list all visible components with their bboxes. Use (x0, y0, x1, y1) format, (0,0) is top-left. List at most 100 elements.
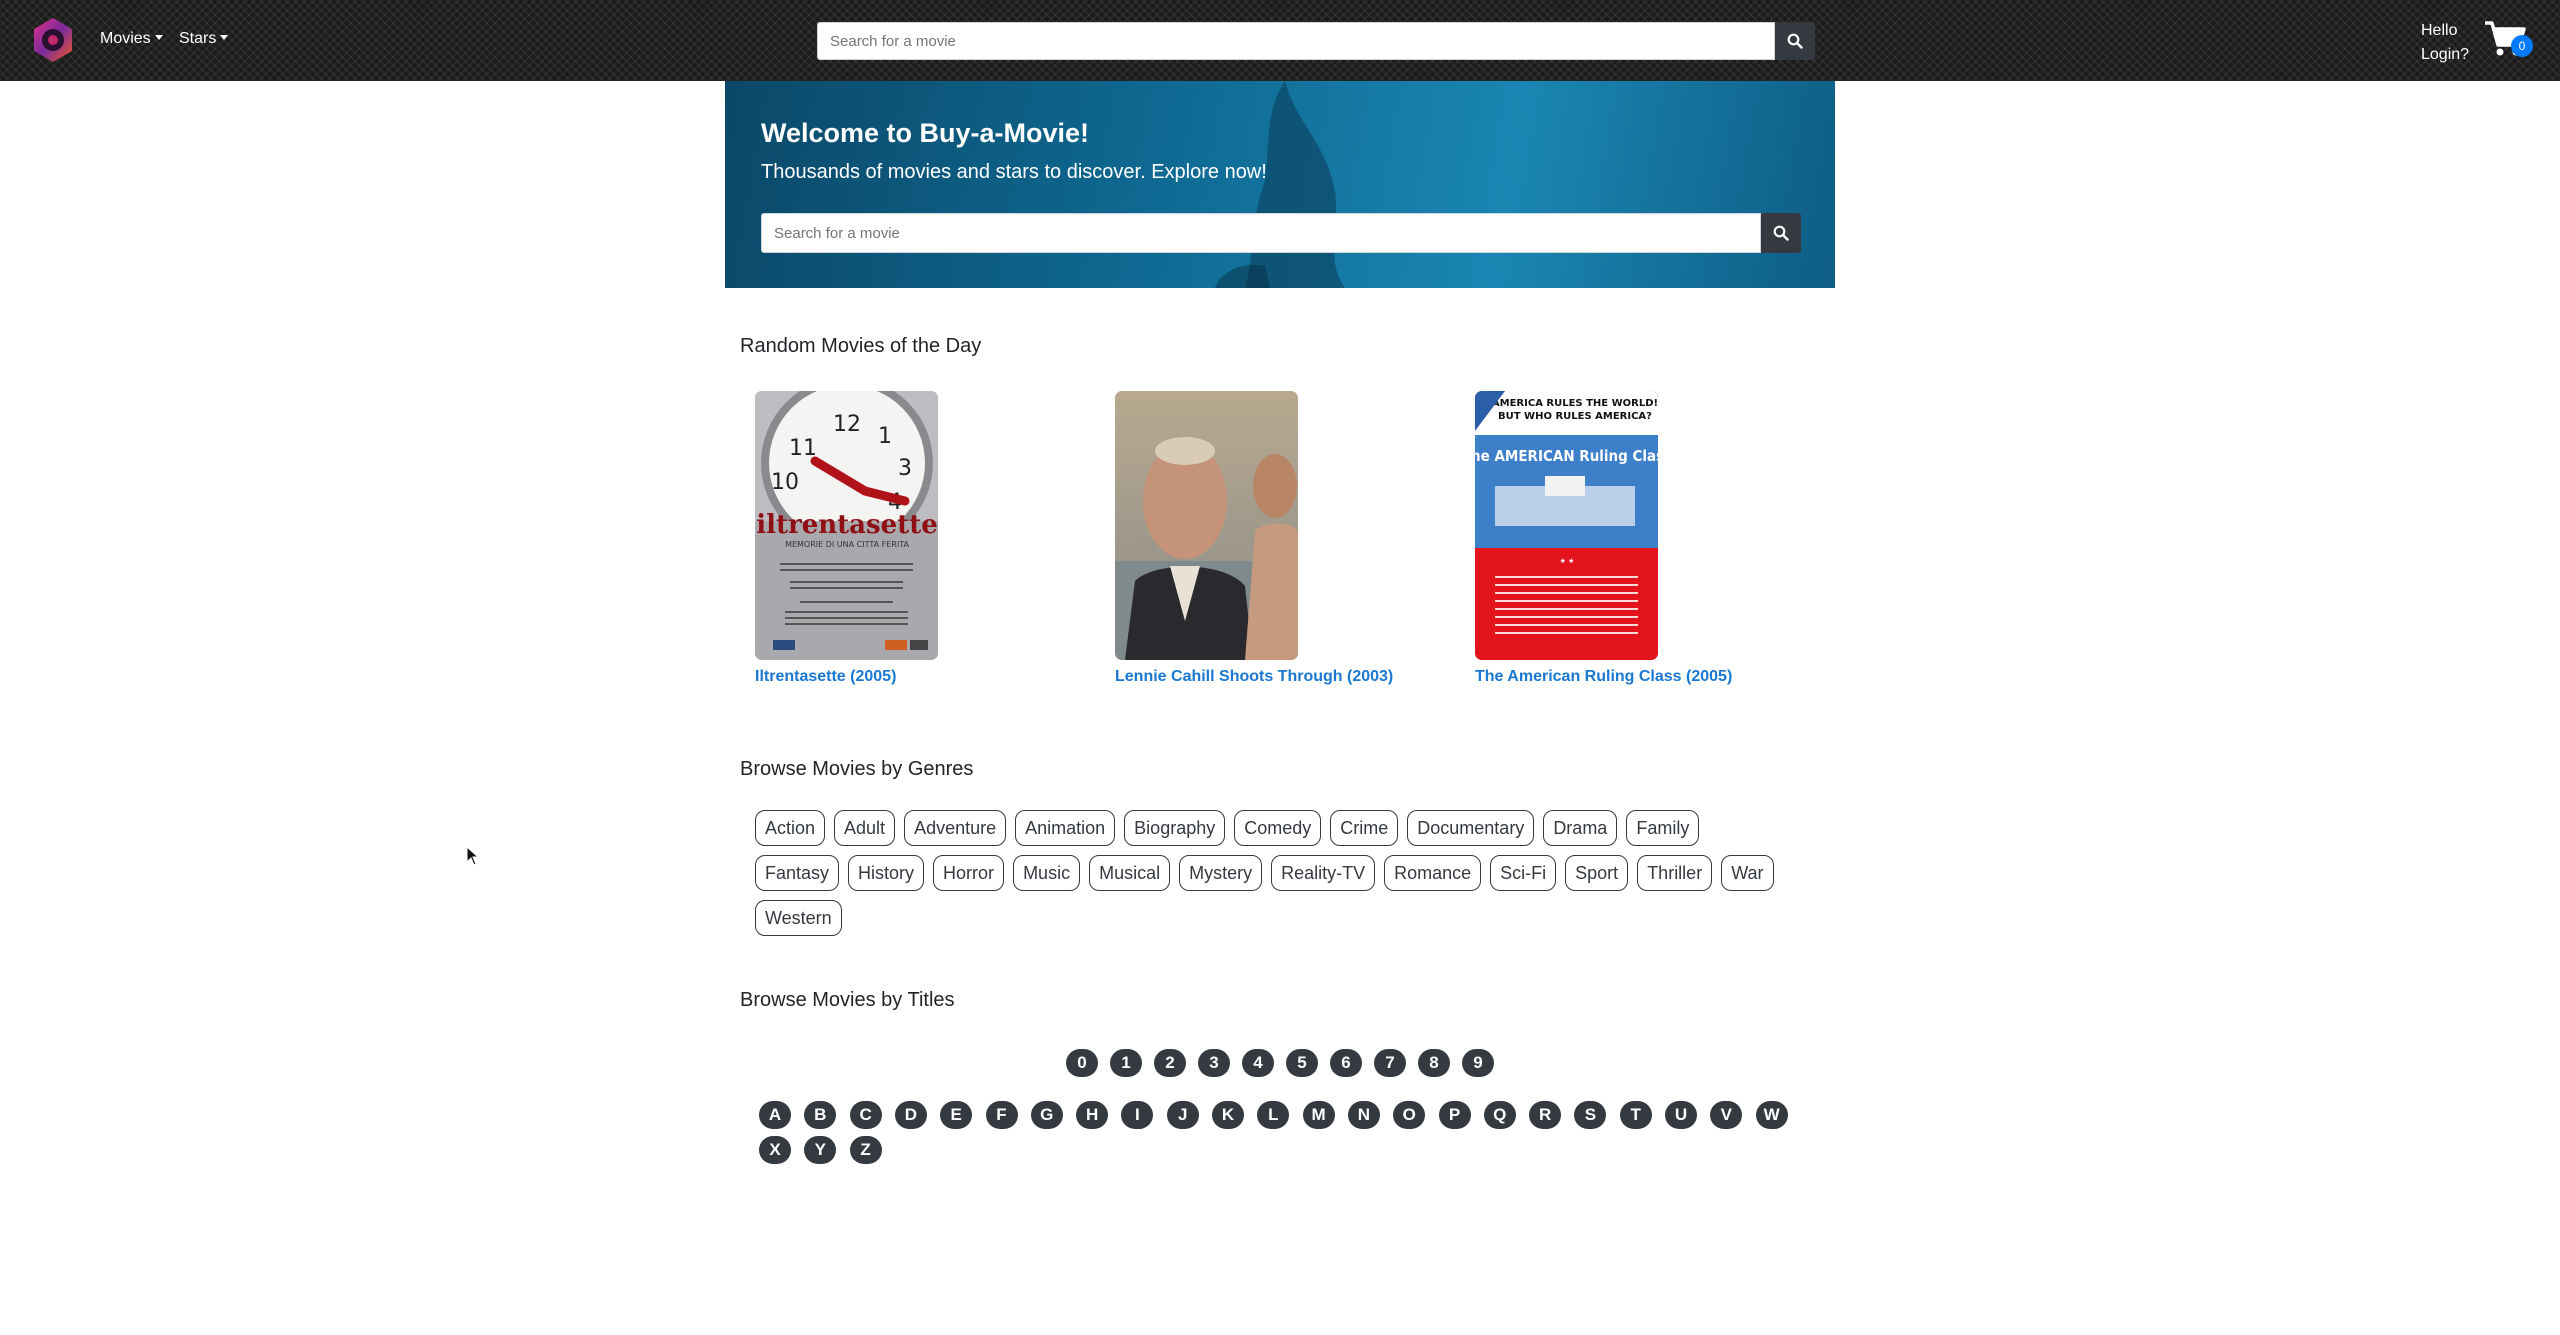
genre-button[interactable]: Drama (1543, 810, 1618, 846)
movie-card: Lennie Cahill Shoots Through (2003) (1115, 391, 1475, 686)
genre-button[interactable]: Biography (1124, 810, 1226, 846)
title-letter-pill[interactable]: B (804, 1101, 837, 1129)
genre-button[interactable]: History (848, 855, 925, 891)
genre-button[interactable]: Family (1626, 810, 1700, 846)
genre-button[interactable]: Sci-Fi (1490, 855, 1557, 891)
login-link[interactable]: Login? (2421, 43, 2469, 67)
nav-search-input[interactable] (817, 22, 1775, 60)
title-letter-pill[interactable]: 2 (1154, 1049, 1186, 1077)
genre-button[interactable]: Fantasy (755, 855, 840, 891)
title-letter-pill[interactable]: 0 (1066, 1049, 1098, 1077)
title-letter-pill[interactable]: W (1755, 1101, 1788, 1129)
title-letter-pill[interactable]: H (1076, 1101, 1109, 1129)
hero-background-image (1215, 81, 1345, 288)
hero-title: Welcome to Buy-a-Movie! (761, 118, 1090, 148)
title-letter-pill[interactable]: T (1619, 1101, 1652, 1129)
title-letter-pill[interactable]: D (894, 1101, 927, 1129)
hero-search-form (761, 213, 1801, 253)
hero-search-input[interactable] (761, 213, 1761, 253)
movie-poster[interactable] (1115, 391, 1298, 660)
title-letter-pill[interactable]: R (1529, 1101, 1562, 1129)
title-letter-pill[interactable]: A (759, 1101, 791, 1129)
movie-card: 12 1 3 4 11 10 iltrentasette MEMORIE DI UNA … (755, 391, 1115, 686)
title-letter-pill[interactable]: I (1121, 1101, 1154, 1129)
genre-button[interactable]: Western (755, 900, 842, 936)
genre-button[interactable]: Music (1013, 855, 1081, 891)
genre-button[interactable]: Adult (834, 810, 896, 846)
genre-button[interactable]: Romance (1384, 855, 1482, 891)
title-letter-pill[interactable]: G (1030, 1101, 1063, 1129)
genre-button[interactable]: Action (755, 810, 826, 846)
title-letter-pill[interactable]: 1 (1110, 1049, 1142, 1077)
genre-button[interactable]: Horror (933, 855, 1005, 891)
navbar: Movies Stars Hello Login? 0 (0, 0, 2560, 81)
title-letter-pill[interactable]: O (1393, 1101, 1426, 1129)
genre-button[interactable]: Thriller (1637, 855, 1713, 891)
title-letter-pill[interactable]: C (849, 1101, 882, 1129)
title-letter-pill[interactable]: K (1212, 1101, 1244, 1129)
genre-button[interactable]: Comedy (1234, 810, 1322, 846)
nav-search-button[interactable] (1775, 22, 1815, 60)
poster-tagline-1: AMERICA RULES THE WORLD! (1492, 398, 1658, 409)
title-letter-pill[interactable]: S (1574, 1101, 1607, 1129)
title-letter-pill[interactable]: F (985, 1101, 1018, 1129)
movie-card: AMERICA RULES THE WORLD! BUT WHO RULES A… (1475, 391, 1835, 686)
still-poster-image (1115, 391, 1298, 660)
hero-banner: Welcome to Buy-a-Movie! Thousands of mov… (725, 81, 1835, 288)
genre-button[interactable]: Animation (1015, 810, 1116, 846)
random-movies-heading: Random Movies of the Day (740, 335, 982, 357)
genres-heading: Browse Movies by Genres (740, 758, 974, 780)
svg-text:3: 3 (898, 456, 912, 481)
movie-poster[interactable]: 12 1 3 4 11 10 iltrentasette MEMORIE DI UNA … (755, 391, 938, 660)
svg-text:12: 12 (833, 412, 861, 437)
title-letter-pill[interactable]: Q (1483, 1101, 1516, 1129)
genre-row: Western (755, 900, 1815, 945)
title-letter-pill[interactable]: X (759, 1136, 791, 1164)
genre-button[interactable]: War (1721, 855, 1774, 891)
title-letter-pill[interactable]: 4 (1242, 1049, 1274, 1077)
poster-sub-text: MEMORIE DI UNA CITTA FERITA (785, 540, 909, 549)
hello-text: Hello (2421, 22, 2458, 39)
movie-title-link[interactable]: Lennie Cahill Shoots Through (2003) (1115, 668, 1475, 686)
nav-search-form (817, 22, 1815, 60)
clock-poster-image: 12 13 41110 iltrentasette MEMORIE DI UNA … (755, 391, 938, 660)
stars-dropdown[interactable]: Stars (179, 30, 229, 48)
title-letter-pill[interactable]: E (940, 1101, 973, 1129)
title-letter-pill[interactable]: 7 (1374, 1049, 1406, 1077)
title-letter-pill[interactable]: M (1302, 1101, 1335, 1129)
genre-button[interactable]: Mystery (1179, 855, 1263, 891)
hero-search-button[interactable] (1761, 213, 1801, 253)
movie-title-link[interactable]: The American Ruling Class (2005) (1475, 668, 1835, 686)
chevron-down-icon (220, 35, 229, 40)
title-letter-pill[interactable]: N (1347, 1101, 1380, 1129)
user-greeting: Hello Login? (2421, 19, 2469, 67)
genre-button[interactable]: Adventure (904, 810, 1007, 846)
movie-poster[interactable]: AMERICA RULES THE WORLD! BUT WHO RULES A… (1475, 391, 1658, 660)
titles-heading: Browse Movies by Titles (740, 989, 955, 1011)
chevron-down-icon (154, 35, 163, 40)
title-letter-pill[interactable]: V (1710, 1101, 1743, 1129)
ruling-class-poster-image: AMERICA RULES THE WORLD! BUT WHO RULES A… (1475, 391, 1658, 660)
search-icon (1773, 225, 1789, 241)
svg-text:10: 10 (771, 470, 799, 495)
title-letter-pill[interactable]: 9 (1462, 1049, 1494, 1077)
title-letter-pill[interactable]: J (1166, 1101, 1199, 1129)
title-letter-pill[interactable]: Y (804, 1136, 837, 1164)
title-letter-pill[interactable]: P (1438, 1101, 1471, 1129)
genre-button[interactable]: Musical (1089, 855, 1171, 891)
title-letter-pill[interactable]: 5 (1286, 1049, 1318, 1077)
search-icon (1787, 33, 1803, 49)
title-letter-pill[interactable]: Z (849, 1136, 882, 1164)
movie-title-link[interactable]: Iltrentasette (2005) (755, 668, 1115, 686)
title-letter-pill[interactable]: L (1257, 1101, 1290, 1129)
movies-dropdown[interactable]: Movies (100, 30, 163, 48)
title-letter-pill[interactable]: 6 (1330, 1049, 1362, 1077)
genre-button[interactable]: Documentary (1407, 810, 1535, 846)
genre-button[interactable]: Crime (1330, 810, 1399, 846)
genre-button[interactable]: Sport (1565, 855, 1629, 891)
title-letter-pill[interactable]: 8 (1418, 1049, 1450, 1077)
genre-button[interactable]: Reality-TV (1271, 855, 1376, 891)
title-letter-pill[interactable]: U (1665, 1101, 1697, 1129)
site-logo-icon[interactable] (30, 17, 76, 63)
title-letter-pill[interactable]: 3 (1198, 1049, 1230, 1077)
